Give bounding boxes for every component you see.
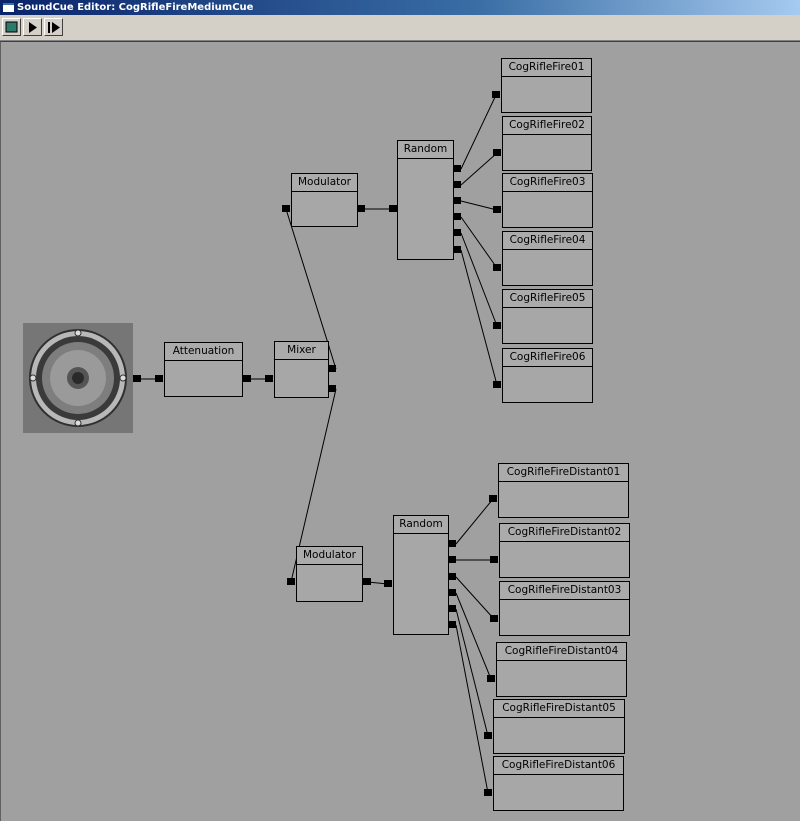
node-title: CogRifleFireDistant01 [499, 464, 628, 482]
sound-node-wave[interactable]: CogRifleFire01 [501, 58, 592, 113]
sound-node-wave[interactable]: CogRifleFire05 [502, 289, 593, 344]
input-connector[interactable] [493, 206, 501, 213]
input-connector[interactable] [155, 375, 163, 382]
input-connector[interactable] [287, 578, 295, 585]
node-title: CogRifleFire06 [503, 349, 592, 367]
node-title: CogRifleFire02 [503, 117, 591, 135]
sound-node-wave[interactable]: CogRifleFireDistant01 [498, 463, 629, 518]
node-title: Modulator [292, 174, 357, 192]
wire [455, 498, 494, 545]
input-connector[interactable] [493, 381, 501, 388]
node-title: Mixer [275, 342, 328, 360]
wire [455, 624, 489, 794]
input-connector[interactable] [282, 205, 290, 212]
sound-node-wave[interactable]: CogRifleFireDistant06 [493, 756, 624, 811]
node-title: CogRifleFireDistant02 [500, 524, 629, 542]
output-connector[interactable] [453, 229, 461, 236]
output-connector[interactable] [243, 375, 251, 382]
sound-node-wave[interactable]: CogRifleFireDistant03 [499, 581, 630, 636]
output-connector[interactable] [453, 165, 461, 172]
random-node-top[interactable]: Random [397, 140, 454, 260]
wire [455, 592, 492, 680]
input-connector[interactable] [265, 375, 273, 382]
wire [460, 232, 498, 327]
wire [455, 576, 495, 620]
output-connector[interactable] [328, 365, 336, 372]
sound-output-node[interactable] [23, 323, 133, 433]
output-connector[interactable] [448, 605, 456, 612]
mixer-node[interactable]: Mixer [274, 341, 329, 398]
node-title: CogRifleFire04 [503, 232, 592, 250]
node-title: Random [398, 141, 453, 159]
output-connector[interactable] [448, 540, 456, 547]
wire [460, 200, 498, 211]
input-connector[interactable] [490, 615, 498, 622]
random-node-bottom[interactable]: Random [393, 515, 449, 635]
input-connector[interactable] [493, 264, 501, 271]
output-connector[interactable] [448, 621, 456, 628]
node-title: CogRifleFireDistant03 [500, 582, 629, 600]
input-connector[interactable] [384, 580, 392, 587]
output-connector[interactable] [328, 385, 336, 392]
input-connector[interactable] [490, 556, 498, 563]
speaker-icon [29, 329, 127, 427]
sound-node-wave[interactable]: CogRifleFire03 [502, 173, 593, 228]
wire [455, 608, 489, 737]
modulator-node-bottom[interactable]: Modulator [296, 546, 363, 602]
output-connector[interactable] [453, 246, 461, 253]
node-title: CogRifleFire03 [503, 174, 592, 192]
input-connector[interactable] [493, 322, 501, 329]
sound-node-wave[interactable]: CogRifleFireDistant05 [493, 699, 625, 754]
output-connector[interactable] [453, 197, 461, 204]
output-connector[interactable] [453, 181, 461, 188]
input-connector[interactable] [484, 732, 492, 739]
output-connector[interactable] [357, 205, 365, 212]
node-title: CogRifleFireDistant06 [494, 757, 623, 775]
input-connector[interactable] [492, 91, 500, 98]
node-title: Modulator [297, 547, 362, 565]
node-title: CogRifleFireDistant04 [497, 643, 626, 661]
output-connector[interactable] [453, 213, 461, 220]
attenuation-node[interactable]: Attenuation [164, 342, 243, 397]
output-connector[interactable] [133, 375, 141, 382]
input-connector[interactable] [484, 789, 492, 796]
wire [460, 216, 498, 269]
input-connector[interactable] [487, 675, 495, 682]
input-connector[interactable] [493, 149, 501, 156]
node-title: CogRifleFireDistant05 [494, 700, 624, 718]
node-title: CogRifleFire05 [503, 290, 592, 308]
node-title: Random [394, 516, 448, 534]
sound-node-wave[interactable]: CogRifleFireDistant02 [499, 523, 630, 578]
input-connector[interactable] [389, 205, 397, 212]
output-connector[interactable] [448, 589, 456, 596]
output-connector[interactable] [448, 556, 456, 563]
input-connector[interactable] [489, 495, 497, 502]
node-title: CogRifleFire01 [502, 59, 591, 77]
output-connector[interactable] [363, 578, 371, 585]
output-connector[interactable] [448, 573, 456, 580]
node-title: Attenuation [165, 343, 242, 361]
wire [460, 249, 498, 386]
sound-node-wave[interactable]: CogRifleFireDistant04 [496, 642, 627, 697]
sound-node-wave[interactable]: CogRifleFire04 [502, 231, 593, 286]
sound-node-wave[interactable]: CogRifleFire06 [502, 348, 593, 403]
sound-node-wave[interactable]: CogRifleFire02 [502, 116, 592, 171]
modulator-node-top[interactable]: Modulator [291, 173, 358, 227]
